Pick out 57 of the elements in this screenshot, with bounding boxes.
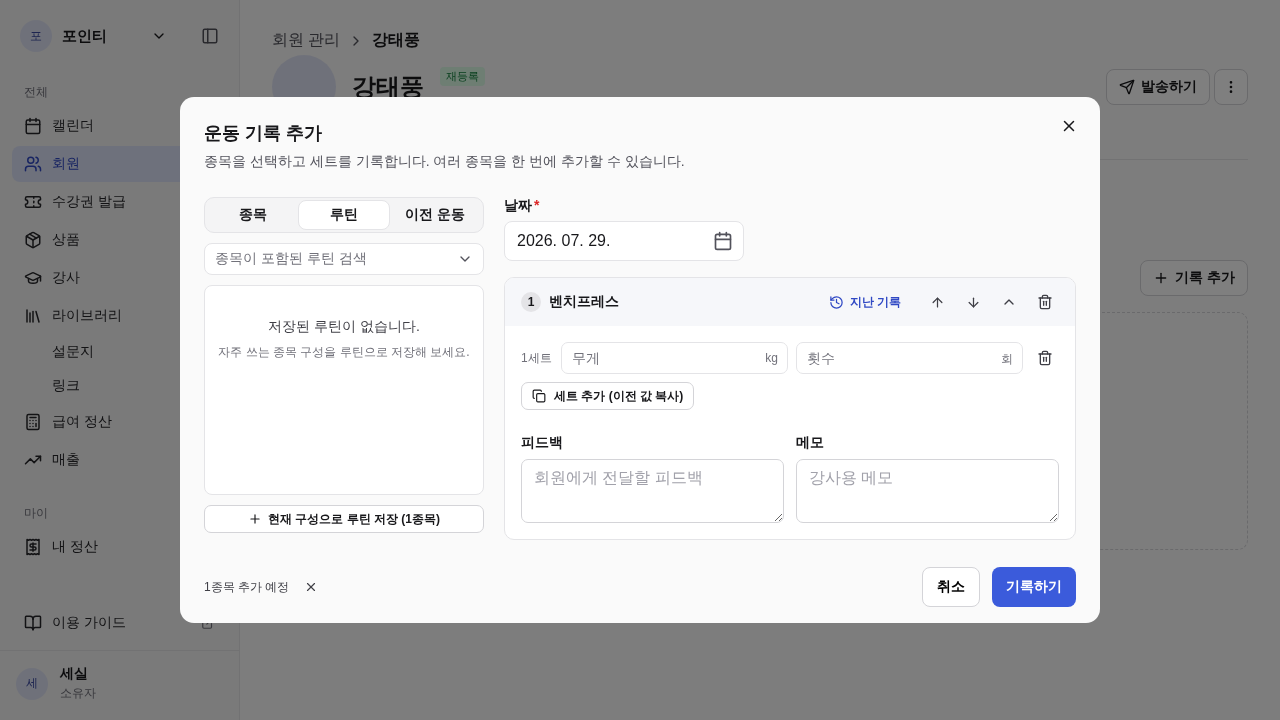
history-icon <box>828 294 844 310</box>
copy-icon <box>532 389 546 403</box>
unit-label: kg <box>765 351 778 365</box>
exercise-number: 1 <box>521 292 541 312</box>
book-icon <box>24 614 42 632</box>
nav-item[interactable]: 급여 정산 <box>12 404 227 440</box>
empty-title: 저장된 루틴이 없습니다. <box>268 318 420 336</box>
date-label: 날짜 <box>504 197 532 215</box>
date-field[interactable]: 2026. 07. 29. <box>504 221 744 261</box>
cancel-button[interactable]: 취소 <box>922 567 980 607</box>
set-label: 1세트 <box>521 349 553 367</box>
ticket-icon <box>24 193 42 211</box>
tab[interactable]: 이전 운동 <box>389 200 481 230</box>
user-avatar: 세 <box>16 667 48 700</box>
memo-label: 메모 <box>796 434 825 452</box>
sidebar-toggle-icon[interactable] <box>201 27 219 45</box>
add-set-button[interactable]: 세트 추가 (이전 값 복사) <box>521 382 695 410</box>
save-routine-button[interactable]: 현재 구성으로 루틴 저장 (1종목) <box>204 505 484 533</box>
pending-count: 1종목 추가 예정 <box>204 578 290 596</box>
trash-icon <box>1037 294 1053 310</box>
feedback-label: 피드백 <box>521 434 564 452</box>
breadcrumb-item: 강태풍 <box>372 30 421 50</box>
nav-item[interactable]: 라이브러리 <box>12 298 227 334</box>
calendar-icon <box>24 117 42 135</box>
user-name: 세실 <box>60 665 89 683</box>
exercise-name: 벤치프레스 <box>549 293 620 311</box>
user-role: 소유자 <box>60 685 96 702</box>
box-icon <box>24 231 42 249</box>
plus-icon <box>248 512 262 526</box>
send-button[interactable]: 발송하기 <box>1106 69 1210 105</box>
unit-label: 회 <box>1001 351 1013 368</box>
dialog-title: 운동 기록 추가 <box>204 122 322 145</box>
calendar-icon[interactable] <box>713 231 733 251</box>
submit-button[interactable]: 기록하기 <box>992 567 1076 607</box>
required-mark: * <box>534 197 540 215</box>
section-label: 전체 <box>23 84 49 101</box>
workspace-name: 포인티 <box>62 26 108 46</box>
workspace-avatar: 포 <box>20 20 52 52</box>
tab[interactable]: 루틴 <box>298 200 390 230</box>
section-label: 마이 <box>23 505 49 522</box>
users-icon <box>24 155 42 173</box>
library-icon <box>24 307 42 325</box>
arrow-down-icon <box>965 294 981 310</box>
graduation-cap-icon <box>24 269 42 287</box>
send-icon <box>1119 79 1135 95</box>
empty-hint: 자주 쓰는 종목 구성을 루틴으로 저장해 보세요. <box>218 344 470 361</box>
calculator-icon <box>24 413 42 431</box>
breadcrumb-item[interactable]: 회원 관리 <box>272 30 341 51</box>
history-button[interactable]: 지난 기록 <box>822 292 907 312</box>
feedback-field[interactable]: 회원에게 전달할 피드백 <box>521 459 784 523</box>
memo-field[interactable]: 강사용 메모 <box>796 459 1059 523</box>
routine-search-select[interactable]: 종목이 포함된 루틴 검색 <box>204 243 484 275</box>
add-record-button[interactable]: 기록 추가 <box>1140 260 1248 296</box>
trash-icon <box>1037 350 1053 366</box>
status-badge: 재등록 <box>440 67 485 86</box>
nav-item[interactable]: 매출 <box>12 442 227 478</box>
receipt-icon <box>24 538 42 556</box>
